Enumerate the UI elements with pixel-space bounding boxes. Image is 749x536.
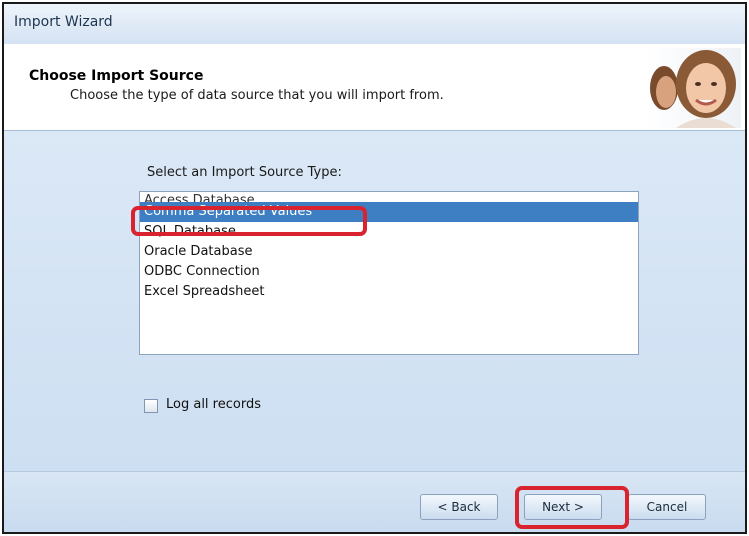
user-avatar-image	[646, 48, 741, 128]
page-title: Choose Import Source	[29, 68, 204, 84]
selection-highlight-annotation	[131, 206, 367, 236]
list-item-oracle-database[interactable]: Oracle Database	[140, 242, 638, 262]
wizard-footer: < Back Next > Cancel	[4, 471, 745, 532]
source-type-label: Select an Import Source Type:	[147, 165, 342, 180]
page-description: Choose the type of data source that you …	[70, 88, 444, 103]
list-item-access-database[interactable]: Access Database	[140, 192, 638, 202]
import-wizard-window: Import Wizard Choose Import Source Choos…	[2, 2, 747, 534]
wizard-content: Select an Import Source Type: Access Dat…	[4, 131, 745, 471]
next-highlight-annotation	[515, 486, 629, 529]
window-title: Import Wizard	[14, 14, 113, 30]
wizard-header: Choose Import Source Choose the type of …	[4, 44, 745, 131]
log-all-records-checkbox[interactable]	[144, 399, 158, 413]
cancel-button[interactable]: Cancel	[628, 494, 706, 520]
list-item-odbc-connection[interactable]: ODBC Connection	[140, 262, 638, 282]
title-bar[interactable]: Import Wizard	[4, 4, 745, 45]
list-item-excel-spreadsheet[interactable]: Excel Spreadsheet	[140, 282, 638, 302]
log-all-records-label[interactable]: Log all records	[166, 397, 261, 412]
back-button[interactable]: < Back	[420, 494, 498, 520]
